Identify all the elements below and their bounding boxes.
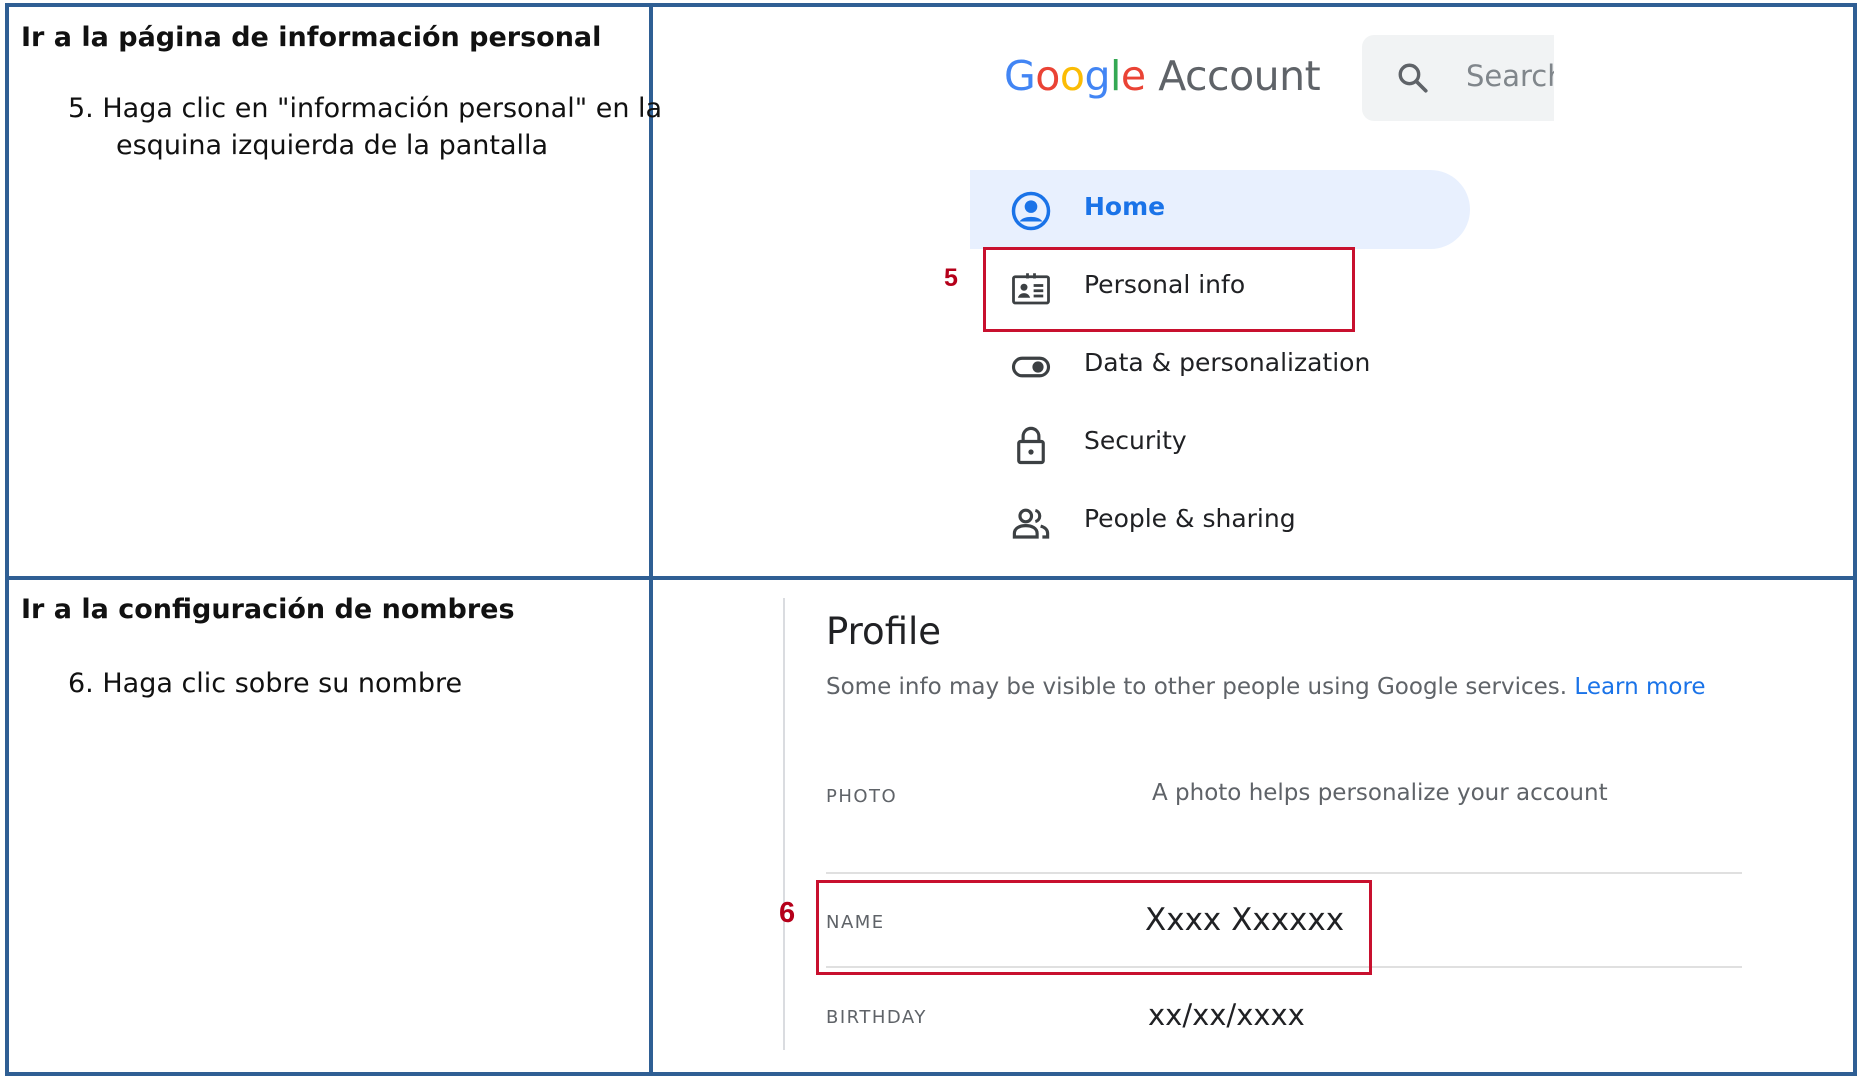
nav-label-data-personalization: Data & personalization — [1084, 348, 1371, 377]
row1-step-line2: esquina izquierda de la pantalla — [116, 130, 549, 161]
table-border-left — [5, 3, 9, 1076]
nav-item-data-personalization[interactable]: Data & personalization — [1000, 336, 1420, 396]
logo-letter: G — [1004, 52, 1036, 100]
table-border-divider — [649, 3, 653, 1076]
row1-step-line1: 5. Haga clic en "información personal" e… — [68, 93, 663, 124]
photo-label: PHOTO — [826, 786, 898, 807]
photo-value[interactable]: A photo helps personalize your account — [1152, 780, 1608, 806]
logo-letter: l — [1110, 52, 1121, 100]
people-icon — [1012, 508, 1050, 539]
table-border-right — [1853, 3, 1857, 1076]
learn-more-link[interactable]: Learn more — [1574, 674, 1705, 700]
row2-step-line1: 6. Haga clic sobre su nombre — [68, 668, 463, 699]
nav-item-security[interactable]: Security — [1000, 414, 1420, 474]
nav-label-security: Security — [1084, 426, 1187, 455]
profile-subtitle: Some info may be visible to other people… — [826, 674, 1706, 700]
logo-account-word: Account — [1158, 52, 1321, 100]
profile-divider-line — [783, 598, 785, 1050]
highlight-personal-info — [983, 247, 1355, 332]
nav-label-home: Home — [1084, 192, 1166, 221]
google-account-logo: Google Account — [1004, 52, 1321, 100]
logo-letter: e — [1120, 52, 1146, 100]
profile-subtitle-text: Some info may be visible to other people… — [826, 674, 1568, 700]
step-marker-5: 5 — [944, 264, 958, 292]
search-icon — [1398, 63, 1428, 93]
highlight-name-row — [816, 880, 1372, 975]
lock-icon — [1017, 426, 1045, 465]
table-border-middle — [5, 576, 1857, 580]
nav-item-home[interactable]: Home — [1000, 180, 1420, 240]
logo-letter: o — [1059, 52, 1085, 100]
row1-heading: Ir a la página de información personal — [21, 22, 602, 53]
logo-letter: o — [1035, 52, 1060, 100]
search-box[interactable]: Search — [1362, 35, 1554, 121]
row2-heading: Ir a la configuración de nombres — [21, 594, 515, 625]
search-placeholder: Search — [1466, 59, 1554, 93]
step-marker-6: 6 — [779, 897, 796, 929]
table-border-top — [5, 3, 1857, 7]
table-border-bottom — [5, 1072, 1857, 1076]
account-circle-icon — [1011, 191, 1051, 231]
toggle-icon — [1011, 356, 1051, 378]
birthday-value[interactable]: xx/xx/xxxx — [1148, 998, 1305, 1032]
birthday-label: BIRTHDAY — [826, 1007, 927, 1028]
nav-label-people-sharing: People & sharing — [1084, 504, 1296, 533]
logo-letter: g — [1084, 52, 1110, 100]
profile-title: Profile — [826, 610, 942, 653]
row-separator — [826, 872, 1742, 874]
nav-item-people-sharing[interactable]: People & sharing — [1000, 492, 1420, 552]
